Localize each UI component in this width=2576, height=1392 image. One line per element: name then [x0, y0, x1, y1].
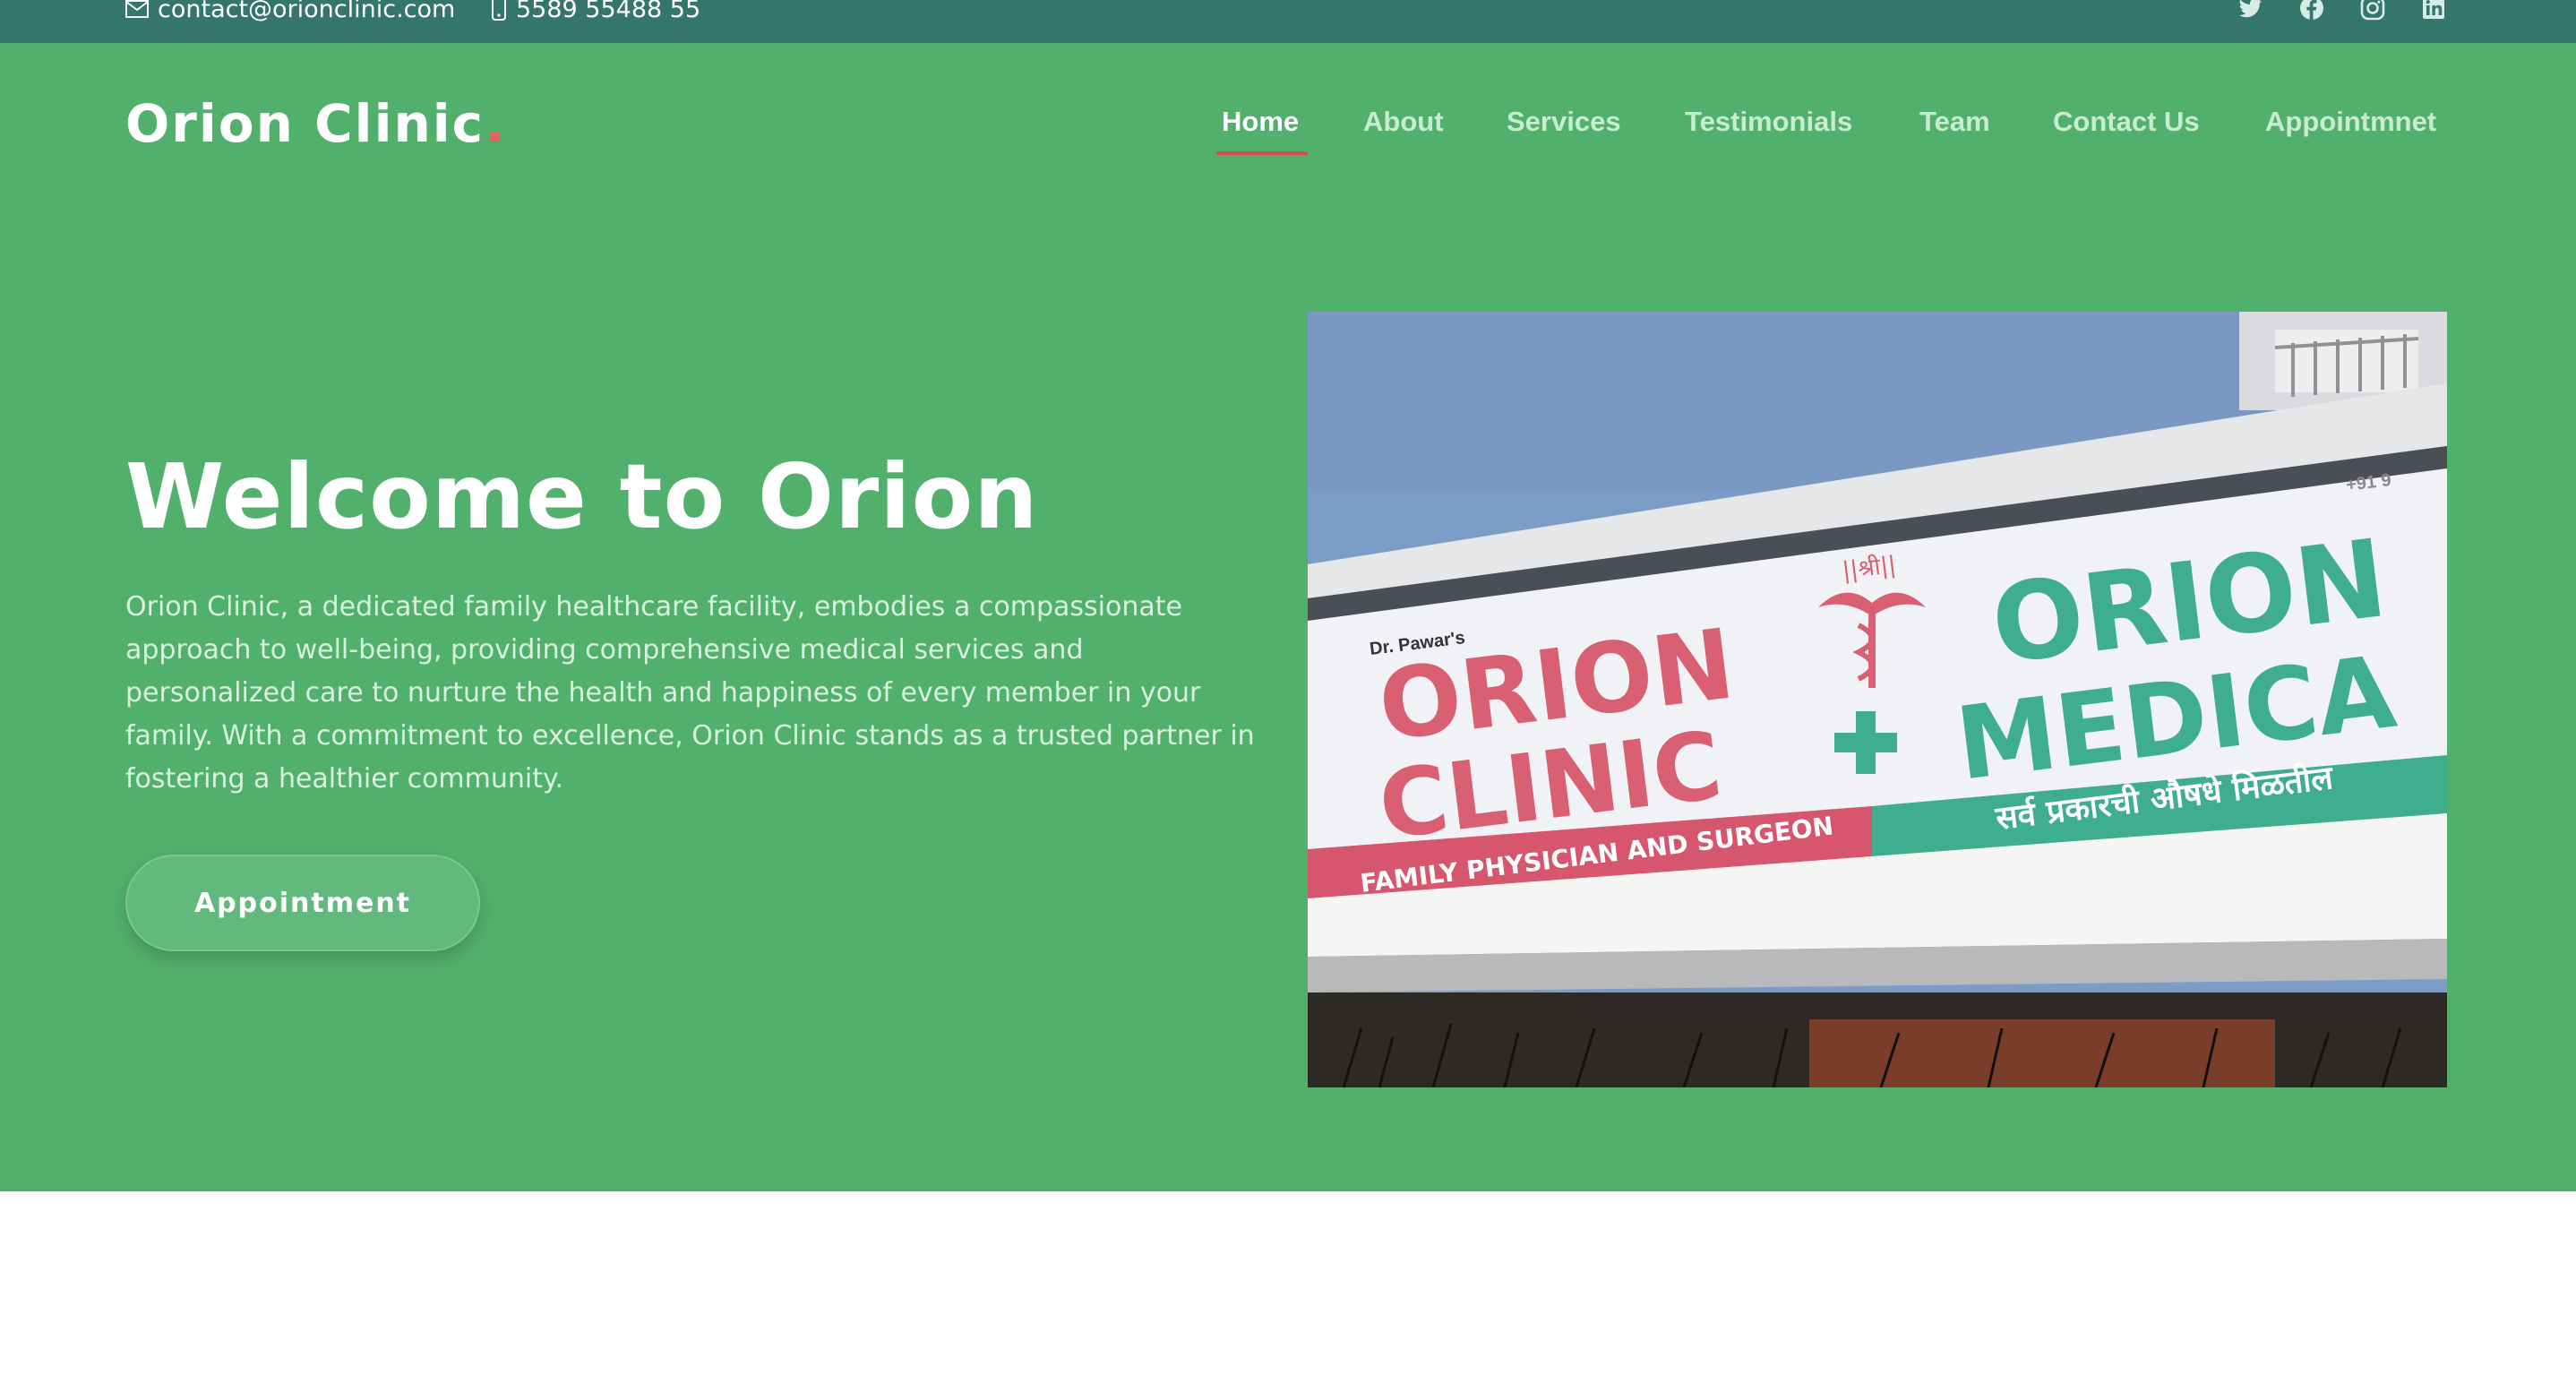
hero-description: Orion Clinic, a dedicated family healthc… [125, 591, 1255, 795]
site-logo[interactable]: Orion Clinic. [125, 93, 506, 154]
phone-text[interactable]: 5589 55488 55 [516, 0, 700, 23]
nav-testimonials[interactable]: Testimonials [1685, 106, 1852, 138]
envelope-icon [125, 0, 149, 18]
twitter-icon[interactable] [2237, 0, 2264, 21]
phone-icon [492, 0, 506, 21]
clinic-sign-image: Dr. Pawar's ORION CLINIC FAMILY PHYSICIA… [1308, 312, 2447, 1087]
hero-title: Welcome to Orion [125, 444, 1039, 549]
logo-text[interactable]: Orion Clinic [125, 93, 485, 154]
phone-contact[interactable]: 5589 55488 55 [491, 0, 700, 24]
top-contact-bar: contact@orionclinic.com 5589 55488 55 [0, 0, 2576, 43]
hero-section: Orion Clinic. Home About Services Testim… [0, 43, 2576, 1191]
logo-dot: . [485, 93, 507, 154]
email-text[interactable]: contact@orionclinic.com [158, 0, 455, 23]
nav-about[interactable]: About [1363, 106, 1444, 138]
nav-contact-us[interactable]: Contact Us [2053, 106, 2200, 138]
nav-services[interactable]: Services [1507, 106, 1621, 138]
nav-home[interactable]: Home [1222, 106, 1299, 138]
nav-team[interactable]: Team [1919, 106, 1990, 138]
facebook-icon[interactable] [2298, 0, 2325, 21]
appointment-button[interactable]: Appointment [125, 855, 480, 951]
email-contact[interactable]: contact@orionclinic.com [125, 0, 455, 24]
linkedin-icon[interactable] [2420, 0, 2447, 21]
active-nav-indicator [1216, 151, 1308, 155]
instagram-icon[interactable] [2359, 0, 2386, 21]
nav-appointment[interactable]: Appointmnet [2265, 106, 2436, 138]
